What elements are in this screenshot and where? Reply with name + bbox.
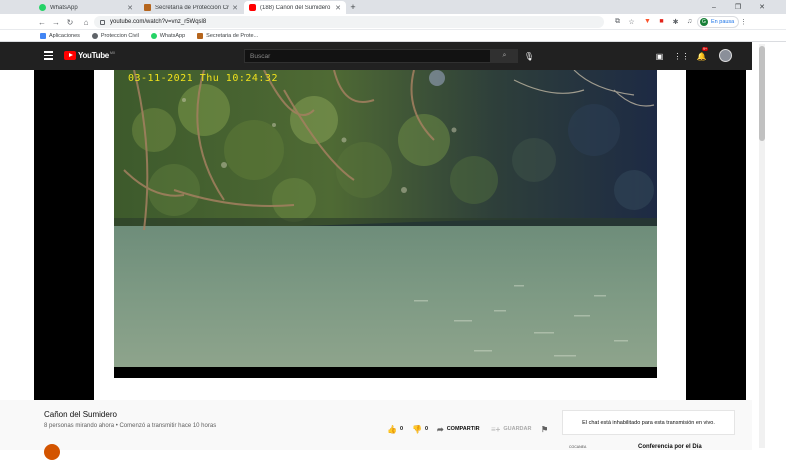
like-count: 0 [399, 426, 404, 432]
search-input[interactable]: Buscar [244, 49, 491, 63]
lock-icon [100, 19, 105, 25]
hamburger-menu-icon[interactable] [44, 51, 53, 60]
profile-status: En pausa [711, 19, 735, 25]
report-button[interactable]: ⚑ [541, 424, 551, 434]
close-window-button[interactable]: ✕ [750, 0, 774, 14]
forward-arrow-icon[interactable]: → [50, 16, 62, 28]
globe-icon [91, 32, 98, 39]
dislike-count: 0 [424, 426, 429, 432]
search-button[interactable]: ⌕ [491, 49, 518, 63]
notifications-bell-icon[interactable]: 🔔 [696, 51, 707, 61]
close-icon[interactable]: ✕ [127, 4, 133, 12]
video-title: Cañon del Sumidero [44, 410, 117, 419]
home-icon[interactable]: ⌂ [80, 16, 92, 28]
dislike-button[interactable]: 👎 0 [412, 424, 428, 434]
browser-tab-strip: WhatsApp ✕ Secretaría de Protección Civi… [0, 0, 786, 14]
whatsapp-icon [39, 4, 46, 11]
puzzle-icon[interactable]: ✱ [671, 17, 680, 26]
youtube-header: YouTube MX Buscar ⌕ 🎙 ▣ ⋮⋮ 🔔 9+ [0, 42, 752, 70]
new-tab-button[interactable]: + [346, 0, 360, 14]
video-player[interactable]: 03-11-2021 Thu 10:24:32 [34, 70, 746, 400]
search-placeholder: Buscar [250, 52, 271, 60]
address-bar[interactable]: youtube.com/watch?v=vnz_r5Wqsl8 [94, 16, 604, 28]
live-video[interactable]: 03-11-2021 Thu 10:24:32 [114, 70, 657, 378]
tab-whatsapp[interactable]: WhatsApp ✕ [34, 1, 138, 14]
apps-grid-icon[interactable]: ⋮⋮ [674, 51, 690, 61]
bookmark-apps[interactable]: Aplicaciones [40, 32, 80, 39]
whatsapp-icon [150, 32, 157, 39]
shield-icon [197, 32, 204, 39]
video-meta: 8 personas mirando ahora • Comenzó a tra… [44, 423, 217, 429]
page-scrollbar[interactable] [752, 42, 786, 450]
microphone-icon[interactable]: 🎙 [523, 50, 535, 62]
maximize-button[interactable]: ❐ [726, 0, 750, 14]
brave-shield-icon[interactable]: ▼ [643, 17, 652, 26]
canyon-scene [114, 70, 657, 367]
tab-proteccion-civil[interactable]: Secretaría de Protección Civil - C... ✕ [139, 1, 243, 14]
chat-disabled-notice: El chat está inhabilitado para esta tran… [562, 410, 735, 435]
create-video-icon[interactable]: ▣ [654, 51, 665, 61]
user-avatar[interactable] [719, 49, 732, 62]
install-icon[interactable]: ⧉ [613, 17, 622, 26]
bookmark-proteccion-civil[interactable]: Proteccion Civil [91, 32, 139, 39]
url-text: youtube.com/watch?v=vnz_r5Wqsl8 [110, 19, 207, 25]
flag-icon: ⚑ [541, 424, 549, 434]
play-logo-icon [64, 51, 76, 60]
profile-paused-button[interactable]: G En pausa [697, 16, 740, 28]
youtube-logo[interactable]: YouTube MX [64, 51, 115, 60]
tab-label: WhatsApp [50, 4, 78, 11]
share-arrow-icon: ➦ [437, 424, 444, 434]
tab-youtube[interactable]: (188) Cañon del Sumidero - YouT... ✕ [244, 1, 346, 14]
media-icon[interactable]: ♫ [685, 17, 694, 26]
recommended-thumbnail-text: COCANEA [569, 445, 587, 449]
pdf-extension-icon[interactable]: ■ [657, 17, 666, 26]
reload-icon[interactable]: ↻ [64, 16, 76, 28]
channel-avatar[interactable] [44, 444, 60, 460]
minimize-button[interactable]: – [702, 0, 726, 14]
close-icon[interactable]: ✕ [232, 4, 238, 12]
share-button[interactable]: ➦ COMPARTIR [437, 424, 480, 434]
video-timestamp-overlay: 03-11-2021 Thu 10:24:32 [128, 73, 278, 84]
tab-label: (188) Cañon del Sumidero - YouT... [260, 4, 332, 11]
recommended-video-title[interactable]: Conferencia por el Día [638, 444, 702, 450]
shield-icon [144, 4, 151, 11]
video-info-area: Cañon del Sumidero 8 personas mirando ah… [0, 400, 752, 460]
like-button[interactable]: 👍 0 [387, 424, 403, 434]
scrollbar-thumb[interactable] [759, 46, 765, 141]
close-icon[interactable]: ✕ [335, 4, 341, 12]
star-icon[interactable]: ☆ [627, 17, 636, 26]
tab-label: Secretaría de Protección Civil - C... [155, 4, 229, 11]
bookmarks-bar: Aplicaciones Proteccion Civil WhatsApp S… [0, 30, 786, 42]
thumbs-down-icon: 👎 [412, 424, 422, 434]
bookmark-whatsapp[interactable]: WhatsApp [150, 32, 185, 39]
profile-avatar: G [700, 18, 708, 26]
playlist-add-icon: ≡+ [491, 424, 501, 434]
browser-toolbar: ← → ↻ ⌂ youtube.com/watch?v=vnz_r5Wqsl8 … [0, 14, 786, 30]
youtube-icon [249, 4, 256, 11]
video-frame: 03-11-2021 Thu 10:24:32 [94, 70, 686, 400]
thumbs-up-icon: 👍 [387, 424, 397, 434]
apps-grid-icon [40, 32, 46, 39]
search-icon: ⌕ [502, 52, 507, 59]
video-bottom-bar [114, 367, 657, 378]
save-button[interactable]: ≡+ GUARDAR [491, 424, 531, 434]
bookmark-secretaria[interactable]: Secretaria de Prote... [197, 32, 258, 39]
notification-count-badge: 9+ [702, 47, 708, 51]
back-arrow-icon[interactable]: ← [36, 16, 48, 28]
menu-dots-icon[interactable]: ⋮ [739, 17, 748, 26]
